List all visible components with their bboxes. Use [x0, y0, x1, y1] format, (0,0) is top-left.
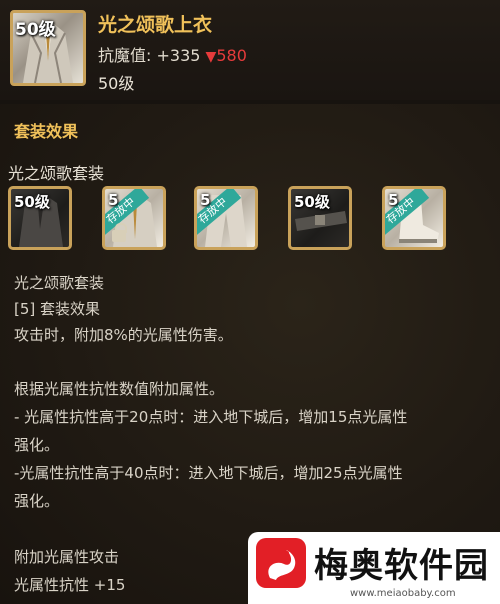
item-icon-slot[interactable]: 50级 [10, 10, 86, 86]
desc-set-name: 光之颂歌套装 [14, 274, 105, 292]
desc-rule-1b: 强化。 [14, 436, 60, 454]
desc-extra-header: 附加光属性攻击 [14, 548, 120, 566]
item-header: 50级 光之颂歌上衣 抗魔值: +335 ▼580 50级 [0, 0, 500, 100]
piece-level: 5 [200, 191, 211, 209]
set-effect-title: 套装效果 [14, 122, 79, 141]
set-piece-5[interactable]: 5 存放中 [382, 186, 446, 250]
stat-delta: 580 [216, 46, 247, 65]
watermark: 梅奥软件园 www.meiaobaby.com [248, 532, 500, 604]
magic-resist-stat: 抗魔值: +335 ▼580 [98, 42, 247, 66]
item-level-badge: 50级 [15, 20, 56, 40]
desc-effect-header: [5] 套装效果 [14, 300, 101, 318]
lock-icon [112, 223, 127, 242]
desc-basis: 根据光属性抗性数值附加属性。 [14, 380, 225, 398]
watermark-title: 梅奥软件园 [314, 546, 489, 586]
piece-level: 5 [108, 191, 119, 209]
piece-level: 50级 [14, 193, 50, 211]
set-piece-2[interactable]: 5 存放中 [102, 186, 166, 250]
set-pieces-row: 50级 5 存放中 5 存放中 50级 5 存放中 [8, 186, 488, 256]
desc-rule-1a: - 光属性抗性高于20点时：进入地下城后，增加15点光属性 [14, 408, 408, 426]
stat-value: +335 [156, 46, 201, 65]
watermark-url: www.meiaobaby.com [350, 588, 456, 599]
stat-label: 抗魔值: [98, 46, 152, 65]
set-name: 光之颂歌套装 [8, 164, 105, 183]
set-piece-3[interactable]: 5 存放中 [194, 186, 258, 250]
decrease-arrow-icon: ▼ [205, 49, 217, 65]
set-piece-1[interactable]: 50级 [8, 186, 72, 250]
desc-rule-2b: 强化。 [14, 492, 60, 510]
desc-effect-1: 攻击时，附加8%的光属性伤害。 [14, 326, 233, 344]
piece-level: 5 [388, 191, 399, 209]
piece-level: 50级 [294, 193, 330, 211]
desc-extra-stat: 光属性抗性 +15 [14, 576, 126, 594]
set-piece-4[interactable]: 50级 [288, 186, 352, 250]
dragon-logo-icon [256, 538, 306, 588]
item-level: 50级 [98, 74, 135, 93]
desc-rule-2a: -光属性抗性高于40点时：进入地下城后，增加25点光属性 [14, 464, 403, 482]
item-name: 光之颂歌上衣 [98, 14, 213, 36]
